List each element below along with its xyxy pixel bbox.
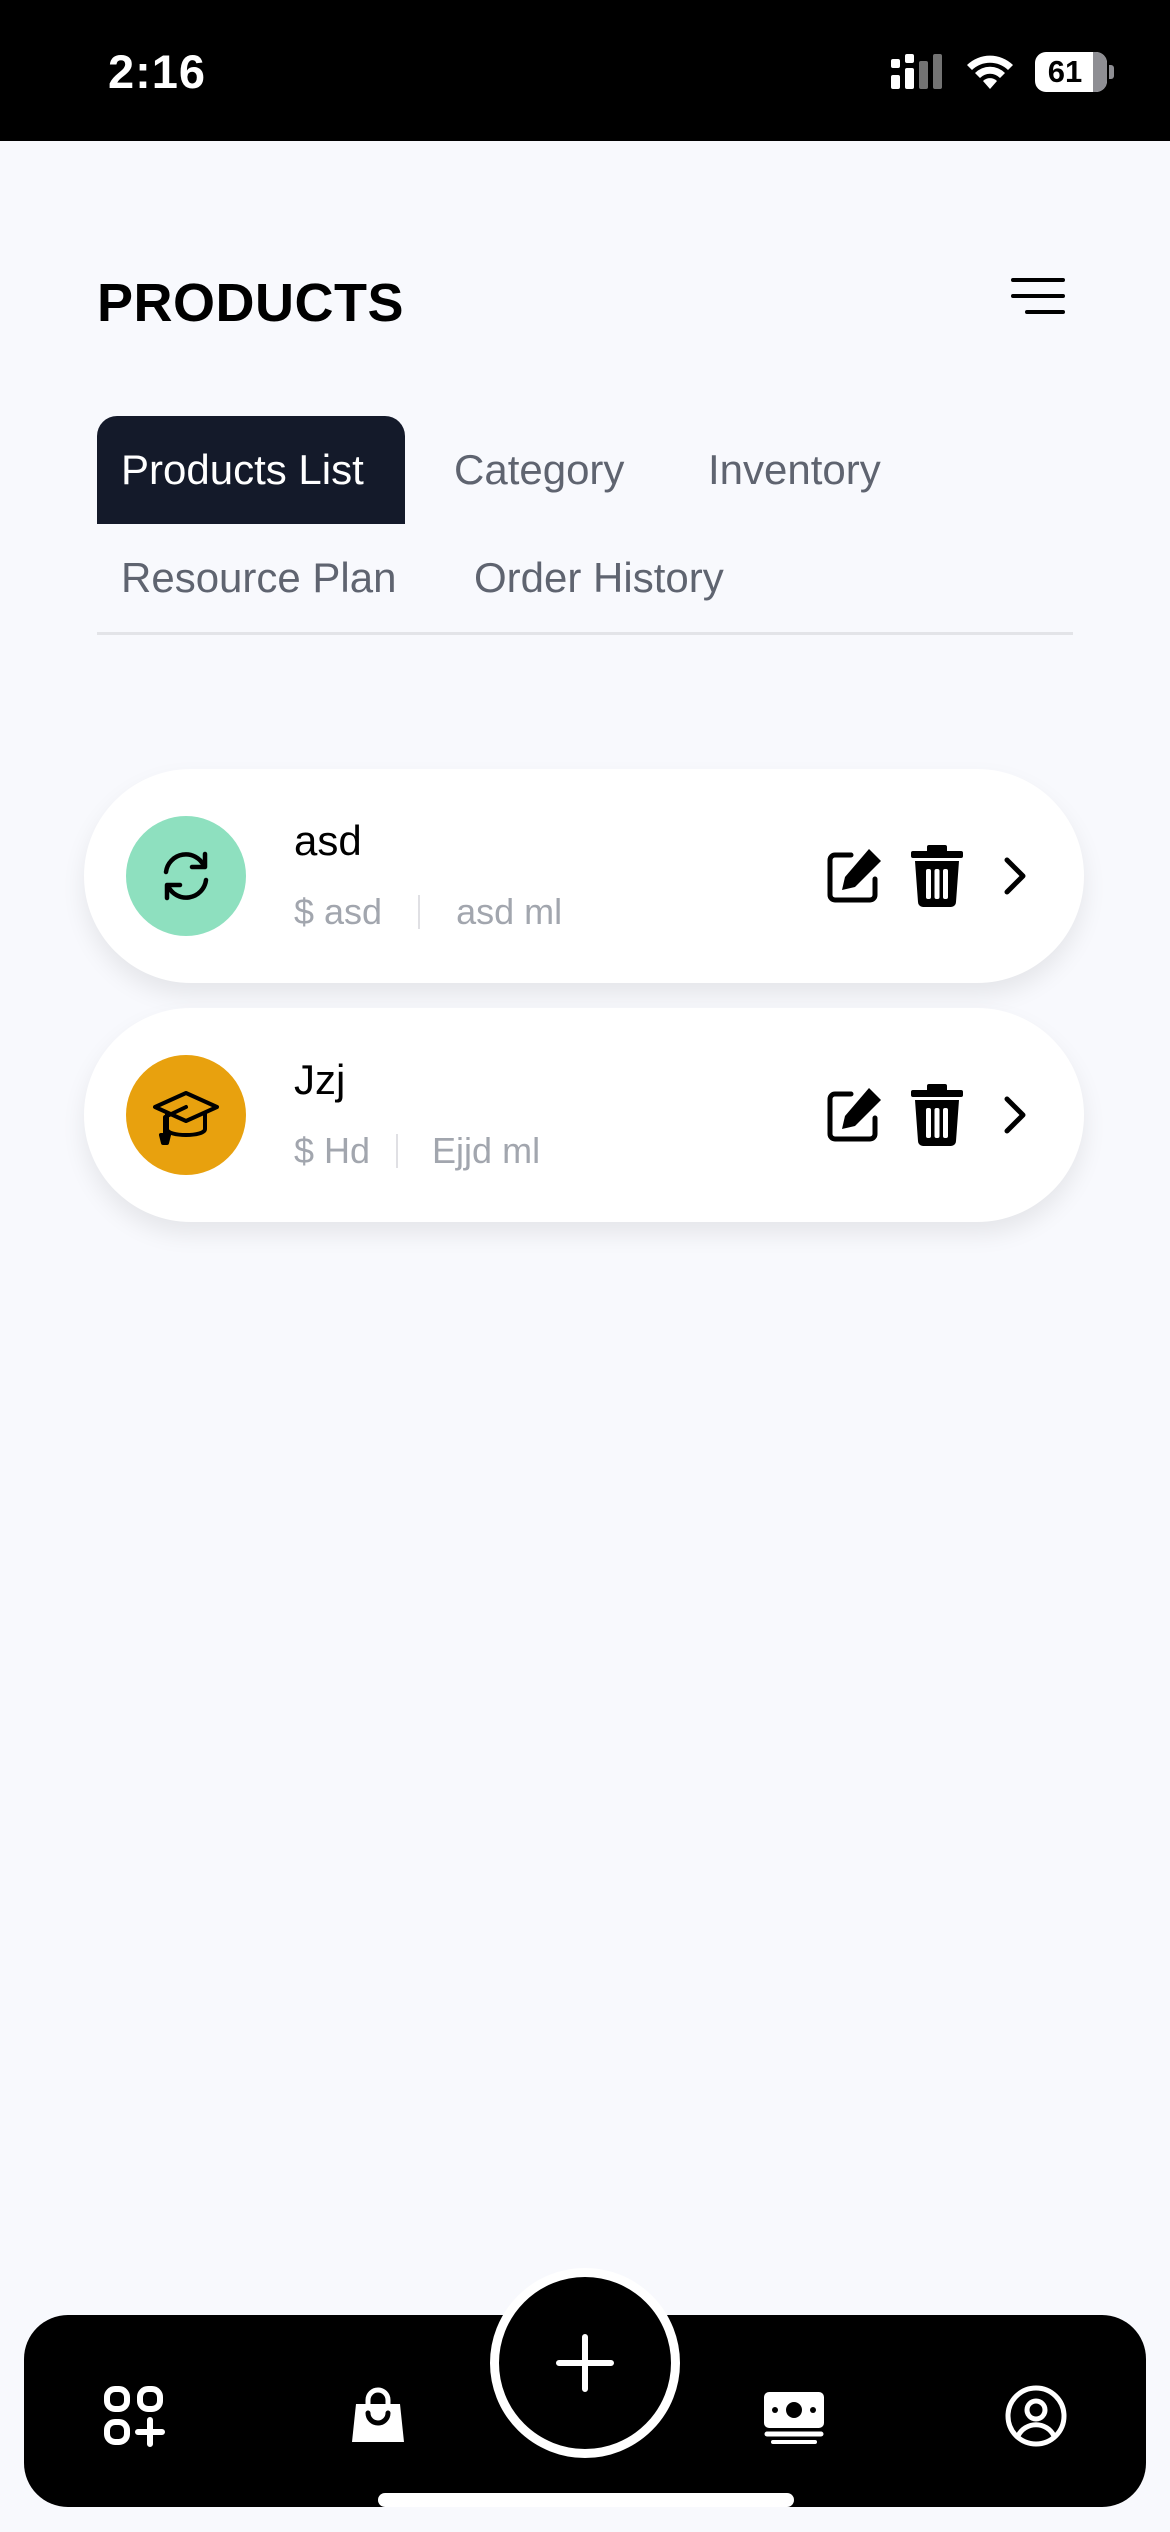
nav-shop[interactable] [345, 2383, 411, 2449]
edit-icon [827, 1088, 881, 1142]
product-price: $ asd [294, 891, 383, 932]
add-icon [556, 2334, 614, 2392]
nav-profile[interactable] [1003, 2383, 1069, 2449]
product-volume: asd ml [456, 891, 563, 932]
refresh-icon [163, 851, 209, 901]
delete-button[interactable] [902, 841, 972, 911]
money-icon [764, 2392, 824, 2444]
page-title: PRODUCTS [97, 273, 405, 333]
delete-button[interactable] [902, 1080, 972, 1150]
status-icons: 61 [889, 52, 1114, 92]
cellular-signal-icon [891, 54, 942, 89]
nav-finance[interactable] [761, 2383, 827, 2449]
home-indicator [378, 2493, 794, 2507]
product-price: $ Hd [294, 1130, 371, 1171]
add-product-button[interactable] [490, 2268, 680, 2458]
product-card[interactable]: Jzj $ Hd Ejjd ml [84, 1008, 1084, 1222]
chevron-right-icon [1004, 857, 1026, 895]
product-avatar [126, 816, 246, 936]
product-meta: $ Hd Ejjd ml [294, 1130, 540, 1172]
nav-dashboard[interactable] [101, 2383, 167, 2449]
dashboard-icon [104, 2386, 165, 2447]
edit-icon [827, 849, 881, 903]
battery-icon: 61 [1035, 52, 1107, 92]
product-meta: $ asd asd ml [294, 891, 562, 933]
battery-level: 61 [1047, 54, 1083, 89]
tab-inventory[interactable]: Inventory [684, 416, 905, 524]
meta-separator [396, 1134, 399, 1168]
status-time: 2:16 [108, 45, 207, 98]
menu-icon [1011, 278, 1065, 314]
edit-button[interactable] [819, 1080, 889, 1150]
product-name: asd [294, 817, 362, 864]
trash-icon [911, 845, 963, 907]
wifi-icon [967, 55, 1013, 89]
tab-products-list[interactable]: Products List [97, 416, 405, 524]
product-card[interactable]: asd $ asd asd ml [84, 769, 1084, 983]
product-volume: Ejjd ml [432, 1130, 541, 1171]
chevron-right-icon [1004, 1096, 1026, 1134]
edit-button[interactable] [819, 841, 889, 911]
product-avatar [126, 1055, 246, 1175]
profile-icon [1005, 2385, 1067, 2447]
open-details-button[interactable] [979, 1080, 1049, 1150]
trash-icon [911, 1084, 963, 1146]
status-bar: 2:16 61 [0, 0, 1170, 141]
tab-category[interactable]: Category [430, 416, 648, 524]
tab-order-history[interactable]: Order History [450, 524, 748, 632]
tabs-divider [97, 632, 1073, 635]
shopping-bag-icon [352, 2387, 404, 2442]
graduation-cap-icon [153, 1091, 219, 1145]
open-details-button[interactable] [979, 841, 1049, 911]
product-name: Jzj [294, 1056, 346, 1103]
menu-button[interactable] [1008, 272, 1068, 322]
products-screen: 2:16 61 PRODUCTS Products List Category … [0, 0, 1170, 2532]
meta-separator [418, 895, 421, 929]
tab-resource-plan[interactable]: Resource Plan [97, 524, 420, 632]
